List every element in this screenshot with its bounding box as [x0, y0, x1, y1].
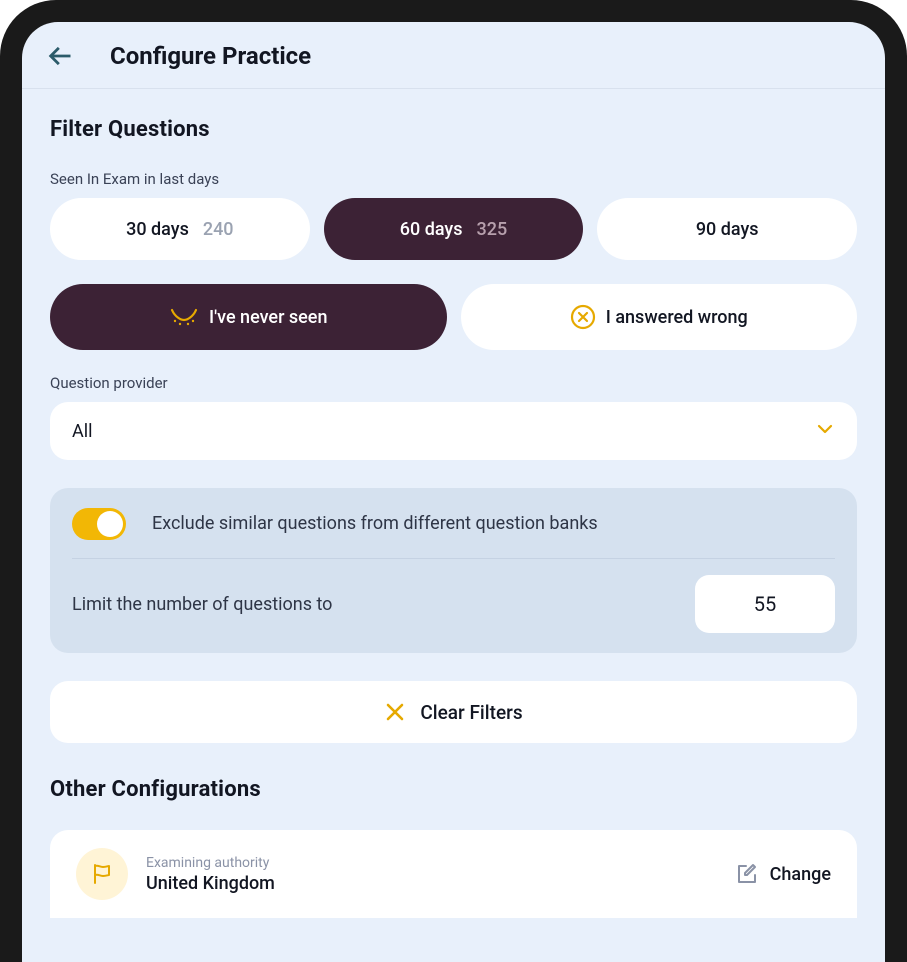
- change-label: Change: [770, 864, 831, 885]
- flag-icon: [89, 861, 115, 887]
- chip-label: 60 days: [400, 219, 463, 240]
- chip-count: 325: [477, 219, 508, 240]
- exclude-toggle[interactable]: [72, 508, 126, 540]
- x-circle-icon: [570, 304, 596, 330]
- chip-answered-wrong[interactable]: I answered wrong: [461, 284, 858, 350]
- seen-in-exam-label: Seen In Exam in last days: [50, 170, 857, 188]
- provider-select[interactable]: All: [50, 402, 857, 460]
- other-section-title: Other Configurations: [50, 777, 857, 802]
- header: Configure Practice: [22, 22, 885, 89]
- authority-sublabel: Examining authority: [146, 855, 716, 871]
- exclude-label: Exclude similar questions from different…: [152, 511, 598, 537]
- filter-section-title: Filter Questions: [50, 117, 857, 142]
- arrow-left-icon: [46, 42, 74, 70]
- authority-value: United Kingdom: [146, 873, 716, 894]
- chip-never-seen[interactable]: I've never seen: [50, 284, 447, 350]
- clear-filters-label: Clear Filters: [420, 701, 522, 724]
- chip-label: 90 days: [696, 219, 759, 240]
- provider-value: All: [72, 421, 93, 442]
- limit-input[interactable]: [695, 575, 835, 633]
- back-button[interactable]: [46, 42, 74, 70]
- limit-row: Limit the number of questions to: [72, 575, 835, 633]
- limit-label: Limit the number of questions to: [72, 594, 332, 615]
- chip-label: 30 days: [126, 219, 189, 240]
- chip-count: 240: [203, 219, 234, 240]
- clear-filters-button[interactable]: Clear Filters: [50, 681, 857, 743]
- divider: [72, 558, 835, 559]
- authority-text: Examining authority United Kingdom: [146, 855, 716, 894]
- chip-30-days[interactable]: 30 days 240: [50, 198, 310, 260]
- device-frame: Configure Practice Filter Questions Seen…: [0, 0, 907, 962]
- flag-icon-badge: [76, 848, 128, 900]
- days-chip-row: 30 days 240 60 days 325 90 days: [50, 198, 857, 260]
- edit-icon: [734, 862, 758, 886]
- page-title: Configure Practice: [110, 42, 311, 70]
- exclude-row: Exclude similar questions from different…: [72, 508, 835, 540]
- chip-60-days[interactable]: 60 days 325: [324, 198, 584, 260]
- screen: Configure Practice Filter Questions Seen…: [22, 22, 885, 962]
- authority-card: Examining authority United Kingdom Chang…: [50, 830, 857, 918]
- eye-closed-icon: [169, 306, 199, 328]
- chip-90-days[interactable]: 90 days: [597, 198, 857, 260]
- chevron-down-icon: [815, 419, 835, 444]
- filter-options-panel: Exclude similar questions from different…: [50, 488, 857, 653]
- toggle-knob: [97, 511, 123, 537]
- x-icon: [384, 701, 406, 723]
- change-button[interactable]: Change: [734, 862, 831, 886]
- content: Filter Questions Seen In Exam in last da…: [22, 89, 885, 918]
- provider-label: Question provider: [50, 374, 857, 392]
- status-chip-row: I've never seen I answered wrong: [50, 284, 857, 350]
- chip-label: I answered wrong: [606, 307, 748, 328]
- chip-label: I've never seen: [209, 307, 327, 328]
